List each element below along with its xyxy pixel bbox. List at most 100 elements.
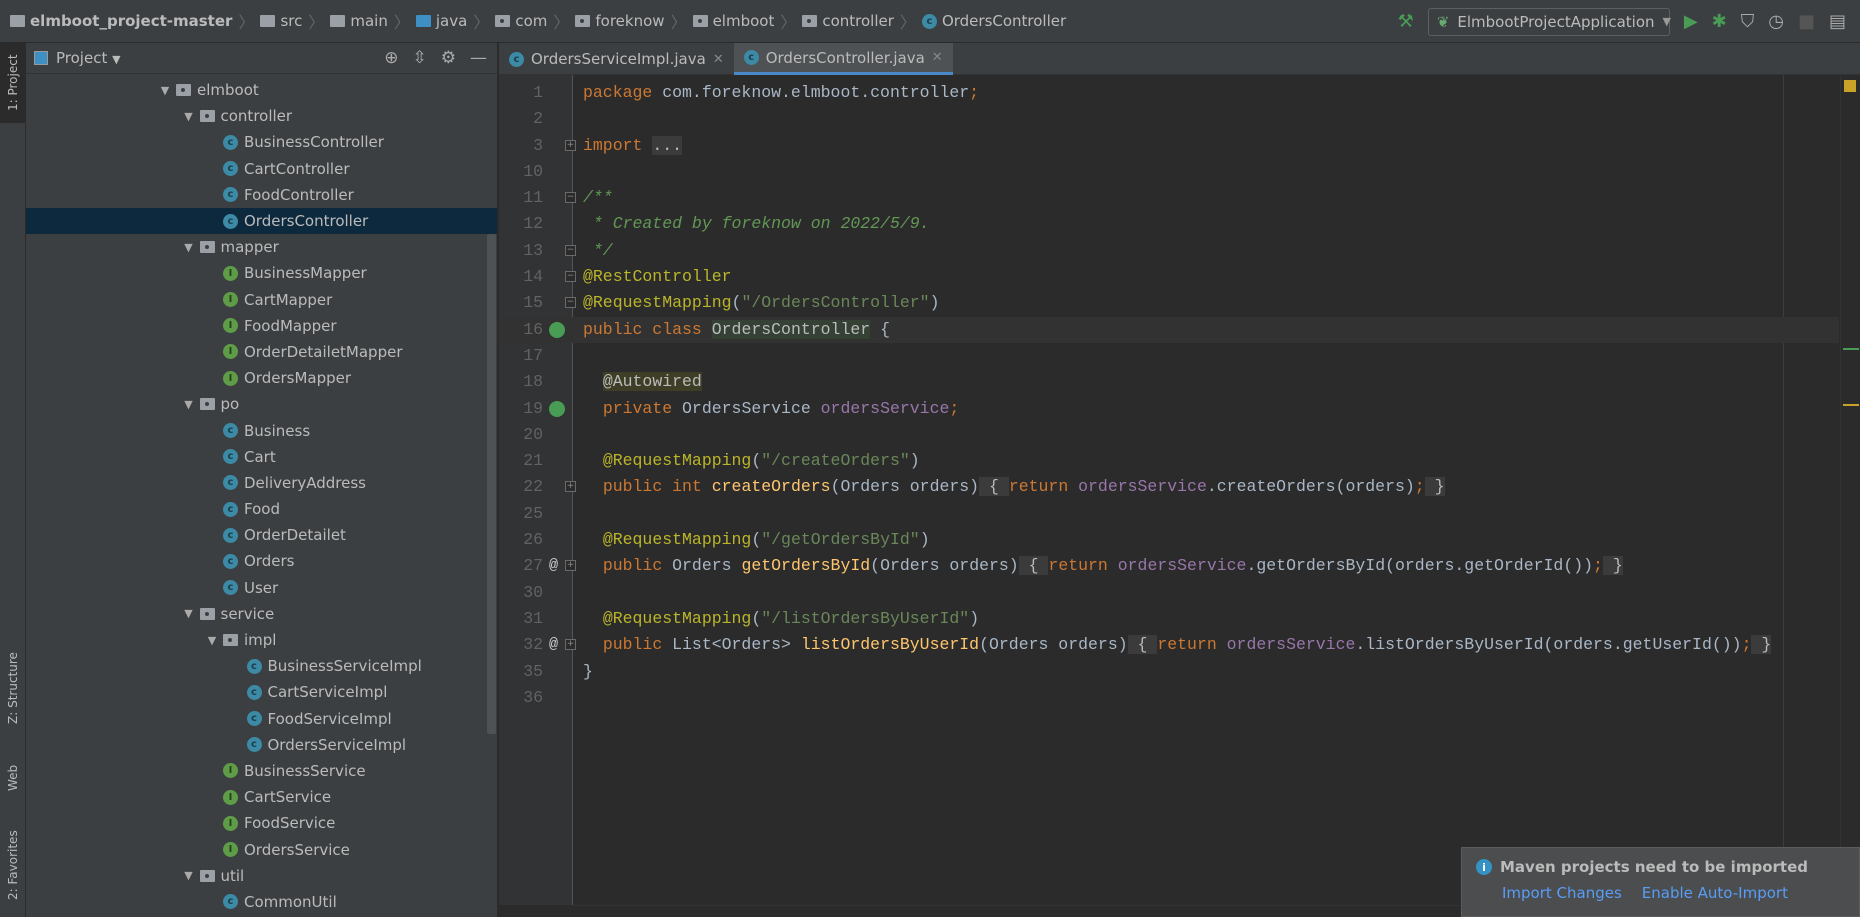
breadcrumb-item[interactable]: controller — [802, 12, 894, 30]
breadcrumb-item[interactable]: com — [495, 12, 547, 30]
expand-arrow-icon[interactable]: ▼ — [178, 607, 200, 620]
fold-expand-icon[interactable]: + — [565, 639, 576, 651]
code-text: @RequestMapping("/createOrders") — [583, 448, 920, 474]
tree-item-interface[interactable]: I FoodService — [26, 810, 497, 836]
run-configuration-select[interactable]: ❦ ElmbootProjectApplication ▼ — [1427, 7, 1671, 36]
class-icon: c — [246, 737, 262, 753]
breadcrumb-item[interactable]: c OrdersController — [921, 12, 1066, 30]
tree-item-interface[interactable]: I BusinessMapper — [26, 260, 497, 286]
expand-arrow-icon[interactable]: ▼ — [178, 110, 200, 123]
close-tab-icon[interactable]: ✕ — [932, 50, 943, 65]
locate-target-icon[interactable]: ⊕ — [384, 48, 398, 68]
coverage-icon[interactable]: ⛉ — [1741, 12, 1755, 31]
tree-item-class[interactable]: c Cart — [26, 444, 497, 470]
fold-collapse-icon[interactable]: − — [565, 244, 576, 256]
tree-item-class[interactable]: c OrderDetailet — [26, 522, 497, 548]
collapse-all-icon[interactable]: ⇳ — [413, 48, 427, 68]
tree-item-class[interactable]: c User — [26, 575, 497, 601]
tree-item-class[interactable]: c OrdersController — [26, 207, 497, 235]
breadcrumb-item[interactable]: src — [260, 12, 302, 30]
tree-item-interface[interactable]: I OrdersService — [26, 836, 497, 862]
tool-window-project[interactable]: 1: Project — [0, 43, 26, 123]
editor-vertical-scrollbar[interactable] — [1840, 75, 1860, 905]
tree-item-class[interactable]: c Business — [26, 417, 497, 443]
breadcrumb-item[interactable]: java — [415, 12, 467, 30]
editor-tab[interactable]: c OrdersServiceImpl.java ✕ — [499, 43, 734, 75]
tree-item-class[interactable]: c FoodController — [26, 182, 497, 208]
tree-item-label: OrdersController — [244, 212, 369, 231]
tool-window-structure[interactable]: Z: Structure — [0, 633, 26, 743]
expand-arrow-icon[interactable]: ▼ — [201, 634, 223, 647]
breadcrumb-item[interactable]: elmboot_project-master — [10, 12, 232, 30]
tree-item-label: CartMapper — [244, 290, 333, 309]
tree-item-class[interactable]: c BusinessServiceImpl — [26, 653, 497, 679]
tool-window-web[interactable]: Web — [0, 748, 26, 808]
expand-arrow-icon[interactable]: ▼ — [178, 869, 200, 882]
fold-expand-icon[interactable]: + — [565, 560, 576, 572]
breadcrumb-item[interactable]: foreknow — [575, 12, 665, 30]
breadcrumb-item[interactable]: main — [330, 12, 388, 30]
code-area[interactable]: 1 package com.foreknow.elmboot.controller… — [499, 80, 1839, 711]
close-tab-icon[interactable]: ✕ — [713, 52, 724, 67]
tree-item-folder[interactable]: ▼ po — [26, 391, 497, 417]
tool-window-favorites[interactable]: 2: Favorites — [0, 813, 26, 917]
tree-item-label: User — [244, 578, 279, 597]
build-hammer-icon[interactable]: ⚒ — [1398, 12, 1414, 31]
breadcrumb-item[interactable]: elmboot — [692, 12, 774, 30]
tree-item-folder[interactable]: ▼ controller — [26, 103, 497, 129]
expand-arrow-icon[interactable]: ▼ — [154, 84, 176, 97]
tree-scrollbar[interactable] — [487, 234, 496, 734]
expand-arrow-icon[interactable]: ▼ — [178, 398, 200, 411]
tree-item-interface[interactable]: I BusinessService — [26, 758, 497, 784]
profile-icon[interactable]: ◷ — [1768, 12, 1784, 31]
gear-icon[interactable]: ⚙ — [441, 48, 456, 68]
tree-item-class[interactable]: c Food — [26, 496, 497, 522]
tree-item-class[interactable]: c CartController — [26, 156, 497, 182]
fold-collapse-icon[interactable]: − — [565, 192, 576, 204]
tree-item-interface[interactable]: I OrderDetailetMapper — [26, 339, 497, 365]
tree-item-class[interactable]: c CartServiceImpl — [26, 679, 497, 705]
tree-item-folder[interactable]: ▼ util — [26, 863, 497, 889]
code-token: .listOrdersByUserId(orders.getUserId()) — [1355, 635, 1742, 655]
fold-collapse-icon[interactable]: − — [565, 271, 576, 283]
run-icon[interactable]: ▶ — [1684, 12, 1698, 31]
import-changes-link[interactable]: Import Changes — [1502, 884, 1622, 902]
fold-expand-icon[interactable]: + — [565, 481, 576, 493]
stop-icon[interactable]: ■ — [1798, 12, 1815, 31]
expand-arrow-icon[interactable]: ▼ — [178, 241, 200, 254]
hide-minus-icon[interactable]: — — [470, 48, 487, 68]
at-icon[interactable]: @ — [549, 632, 558, 658]
tree-item-folder[interactable]: ▼ elmboot — [26, 77, 497, 103]
code-token: (Orders orders) — [870, 556, 1019, 576]
tree-item-folder[interactable]: ▼ mapper — [26, 234, 497, 260]
debug-icon[interactable]: ✱ — [1712, 12, 1727, 31]
tree-item-class[interactable]: c CommonUtil — [26, 889, 497, 915]
breadcrumb-label: controller — [822, 12, 894, 30]
bean-class-icon[interactable] — [549, 321, 565, 338]
project-structure-icon[interactable]: ▤ — [1829, 12, 1846, 31]
interface-icon: I — [223, 815, 238, 831]
tree-item-class[interactable]: c Orders — [26, 548, 497, 574]
tree-item-interface[interactable]: I OrdersMapper — [26, 365, 497, 391]
tree-item-interface[interactable]: I CartService — [26, 784, 497, 810]
editor-tab[interactable]: c OrdersController.java ✕ — [733, 43, 953, 75]
package-icon — [199, 607, 215, 620]
code-line: 15 − @RequestMapping("/OrdersController") — [499, 290, 1839, 316]
tree-item-class[interactable]: c DeliveryAddress — [26, 470, 497, 496]
autowired-bean-icon[interactable] — [549, 400, 565, 417]
at-icon[interactable]: @ — [549, 553, 558, 579]
fold-expand-icon[interactable]: + — [565, 139, 576, 151]
info-icon: i — [1476, 859, 1492, 875]
tree-item-interface[interactable]: I FoodMapper — [26, 313, 497, 339]
tree-item-folder[interactable]: ▼ impl — [26, 627, 497, 653]
fold-collapse-icon[interactable]: − — [565, 297, 576, 309]
tree-item-folder[interactable]: ▼ service — [26, 601, 497, 627]
tree-item-class[interactable]: c OrdersServiceImpl — [26, 732, 497, 758]
tree-item-interface[interactable]: I CartMapper — [26, 287, 497, 313]
project-view-select[interactable]: Project ▼ — [56, 49, 121, 67]
code-editor[interactable]: 1 package com.foreknow.elmboot.controller… — [499, 75, 1860, 917]
tree-item-class[interactable]: c BusinessController — [26, 129, 497, 155]
enable-auto-import-link[interactable]: Enable Auto-Import — [1642, 884, 1788, 902]
tree-item-class[interactable]: c FoodServiceImpl — [26, 706, 497, 732]
